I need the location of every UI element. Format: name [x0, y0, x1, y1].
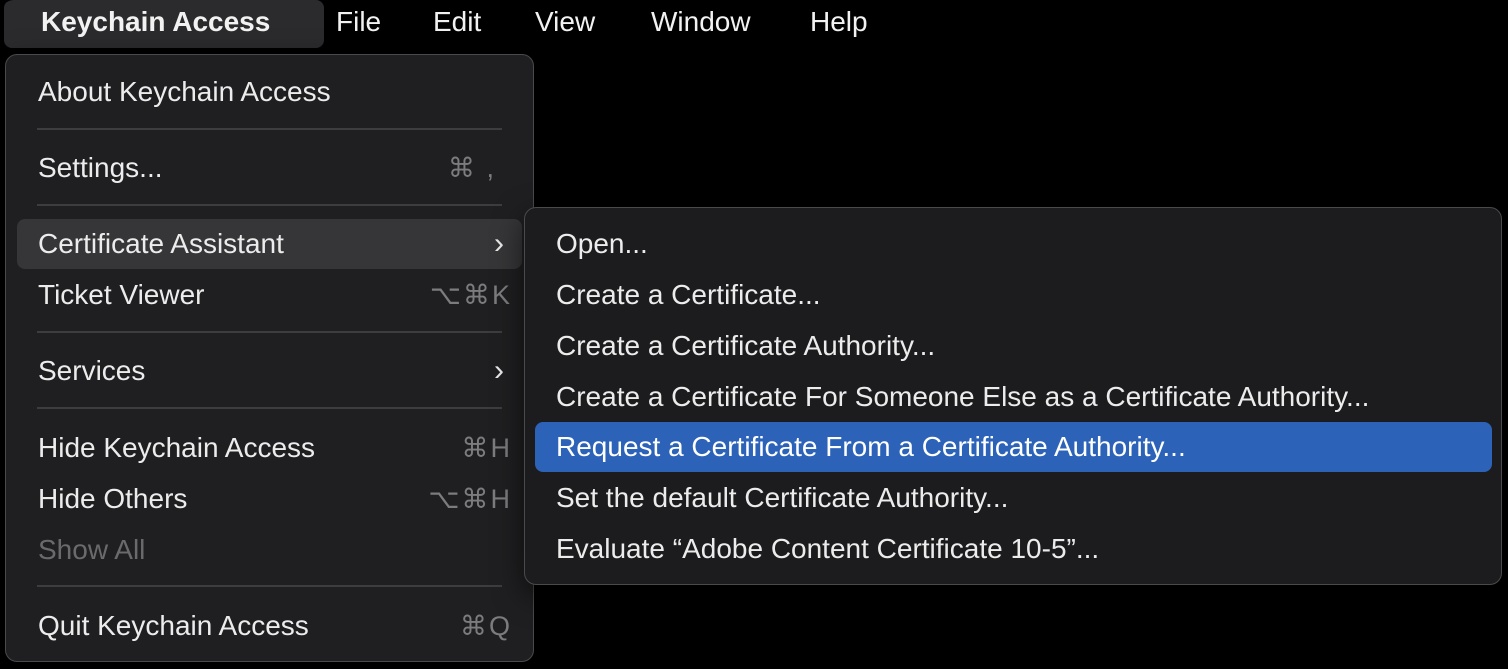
menu-item-quit[interactable]: Quit Keychain Access ⌘Q	[17, 601, 522, 651]
menubar-app-keychain-access[interactable]: Keychain Access	[4, 0, 324, 48]
menu-item-certificate-assistant[interactable]: Certificate Assistant ›	[17, 219, 522, 269]
menu-item-label: Settings...	[38, 152, 163, 183]
shortcut-quit: ⌘Q	[459, 611, 512, 641]
shortcut-settings: ⌘ ,	[447, 153, 496, 183]
menu-bar: Keychain Access File Edit View Window He…	[0, 0, 1508, 48]
screen: Keychain Access File Edit View Window He…	[0, 0, 1508, 669]
menu-item-label: Quit Keychain Access	[38, 610, 309, 641]
menu-item-hide-others[interactable]: Hide Others ⌥⌘H	[17, 474, 522, 524]
menu-separator	[37, 204, 502, 206]
menu-separator	[37, 407, 502, 409]
menu-separator	[37, 331, 502, 333]
submenu-item-create-certificate[interactable]: Create a Certificate...	[535, 270, 1492, 320]
menu-item-label: Ticket Viewer	[38, 279, 205, 310]
menu-item-ticket-viewer[interactable]: Ticket Viewer ⌥⌘K	[17, 270, 522, 320]
submenu-item-create-certificate-for-someone-else[interactable]: Create a Certificate For Someone Else as…	[535, 372, 1492, 422]
menu-item-label: Show All	[38, 534, 146, 565]
menu-item-label: About Keychain Access	[38, 76, 331, 107]
chevron-right-icon: ›	[494, 227, 504, 260]
shortcut-hide: ⌘H	[461, 433, 512, 463]
submenu-item-request-certificate[interactable]: Request a Certificate From a Certificate…	[535, 422, 1492, 472]
menu-item-services[interactable]: Services ›	[17, 346, 522, 396]
menu-separator	[37, 128, 502, 130]
menu-item-label: Hide Others	[38, 483, 188, 514]
menubar-window[interactable]: Window	[651, 0, 751, 46]
chevron-right-icon: ›	[494, 354, 504, 387]
shortcut-hide-others: ⌥⌘H	[428, 484, 512, 514]
menu-item-label: Hide Keychain Access	[38, 432, 316, 463]
menubar-view[interactable]: View	[535, 0, 595, 46]
app-menu: About Keychain Access Settings... ⌘ , Ce…	[5, 54, 534, 662]
menu-item-label: Services	[38, 355, 146, 386]
submenu-item-open[interactable]: Open...	[535, 219, 1492, 269]
menu-item-hide-keychain-access[interactable]: Hide Keychain Access ⌘H	[17, 423, 522, 473]
certificate-assistant-submenu: Open... Create a Certificate... Create a…	[524, 207, 1502, 585]
menubar-help[interactable]: Help	[810, 0, 868, 46]
submenu-item-create-certificate-authority[interactable]: Create a Certificate Authority...	[535, 321, 1492, 371]
menu-item-about[interactable]: About Keychain Access	[17, 67, 522, 117]
submenu-item-evaluate-certificate[interactable]: Evaluate “Adobe Content Certificate 10-5…	[535, 524, 1492, 574]
menu-item-label: Certificate Assistant	[38, 228, 284, 259]
menubar-file[interactable]: File	[336, 0, 381, 46]
menubar-edit[interactable]: Edit	[433, 0, 481, 46]
menu-separator	[37, 585, 502, 587]
submenu-item-set-default-authority[interactable]: Set the default Certificate Authority...	[535, 473, 1492, 523]
menu-item-settings[interactable]: Settings... ⌘ ,	[17, 143, 522, 193]
shortcut-ticket-viewer: ⌥⌘K	[429, 280, 512, 310]
menu-item-show-all: Show All	[17, 525, 522, 575]
